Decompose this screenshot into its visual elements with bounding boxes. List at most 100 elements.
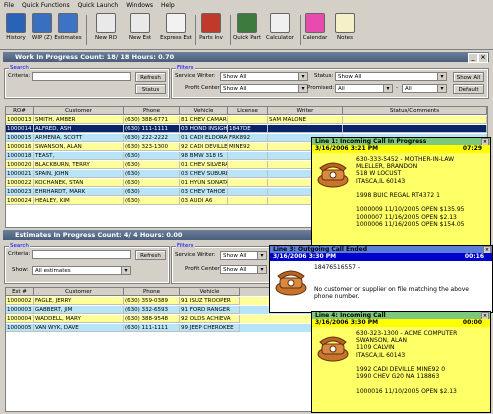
est-refresh-button[interactable]: Refresh [135,250,166,260]
toolbar-label: Quick Part [232,35,262,41]
wip-service-writer-select[interactable]: Show All [220,72,308,81]
column-header[interactable]: Phone [124,107,180,115]
table-cell: (630) [124,170,180,178]
express-est-icon [166,13,186,33]
menu-item[interactable]: Quick Functions [18,2,74,9]
column-header[interactable]: Customer [34,288,124,296]
parts-inv-icon [201,13,221,33]
popup-line: 630-333-5452 - MOTHER-IN-LAW [356,156,455,163]
table-cell: (630) 111-1111 [124,324,180,332]
wip-promised-from-select[interactable]: All [335,84,393,93]
column-header[interactable]: Status/Comments [343,107,487,115]
est-title: Estimates In Progress Count: 4/ 4 Hours:… [15,231,183,239]
column-header[interactable]: Customer [34,107,124,115]
call-popup[interactable]: Line 1: Incoming Call In Progress × 3/16/2… [311,137,491,247]
table-row[interactable]: 1000014 ALFRED, ASH (630) 111-1111 03 HOND … [6,125,487,133]
table-cell: 81 CHEV CAMARO [180,116,228,124]
wip-filters-group: Filters Service Writer: Show All Profit … [171,65,489,99]
wip-criteria-input[interactable] [32,72,131,81]
toolbar-button-new-ro[interactable]: New RO [94,13,118,47]
table-row[interactable]: 1000013 SMITH, AMBER (630) 388-6771 81 CHEV… [6,116,487,124]
table-cell [343,125,487,133]
toolbar-button-express-est[interactable]: Express Est [160,13,192,47]
toolbar-button-wip[interactable]: WIP (Z) [30,13,54,47]
table-cell: 91 ISUZ TROOPER [180,297,240,305]
wip-status-button[interactable]: Status [135,84,166,94]
table-cell: (630) 388-9548 [124,315,180,323]
wip-promised-to-select[interactable]: All [402,84,447,93]
default-button[interactable]: Default [453,84,484,94]
toolbar-button-new-est[interactable]: New Est [128,13,152,47]
est-service-writer-select[interactable]: Show All [220,251,267,260]
telephone-icon [316,332,350,362]
table-cell [228,152,268,160]
menu-item[interactable]: Windows [122,2,157,9]
wip-status-select[interactable]: Show All [335,72,447,81]
column-header[interactable]: Est # [6,288,34,296]
est-criteria-input[interactable] [32,250,131,259]
popup-timer: 00:16 [464,253,484,260]
wip-refresh-button[interactable]: Refresh [135,72,166,82]
table-cell: MINE92 [228,143,268,151]
table-cell: 92 CADI DEVILLE [180,143,228,151]
table-cell: 1000013 [6,116,34,124]
column-header[interactable]: Vehicle [180,107,228,115]
table-cell [228,161,268,169]
column-header[interactable]: Vehicle [180,288,240,296]
service-writer-label: Service Writer: [175,73,216,79]
popup-line: 1992 CADI DEVILLE MINE92 0 [356,366,446,373]
table-cell: KOCHANEK, STAN [34,179,124,187]
est-profit-center-select[interactable]: Show All [220,265,267,274]
call-popup[interactable]: Line 4: Incoming Call × 3/16/2006 3:30 PM 0… [311,311,491,413]
table-cell: (630) [124,188,180,196]
column-header[interactable]: Phone [124,288,180,296]
calendar-icon [305,13,325,33]
table-cell: 1000018 [6,152,34,160]
table-cell: VAN WYK, DAVE [34,324,124,332]
table-cell: (630) 388-6771 [124,116,180,124]
est-show-select[interactable]: All estimates [32,266,131,275]
table-cell: (630) [124,152,180,160]
toolbar-button-notes[interactable]: Notes [333,13,357,47]
history-icon [6,13,26,33]
column-header[interactable]: RO# [6,107,34,115]
table-cell: (630) 359-0389 [124,297,180,305]
table-cell: 03 HOND INSIGHT [180,125,228,133]
notes-icon [335,13,355,33]
toolbar-button-estimates[interactable]: Estimates [54,13,82,47]
table-cell: 1000003 [6,306,34,314]
profit-center-label: Profit Center: [185,266,222,272]
toolbar-button-parts-inv[interactable]: Parts Inv [199,13,223,47]
new-ro-icon [96,13,116,33]
status-label: Status: [314,73,334,79]
toolbar-separator [230,15,231,45]
table-cell: 91 FORD RANGER [180,306,240,314]
menu-item[interactable]: Help [157,2,179,9]
toolbar-button-history[interactable]: History [4,13,28,47]
toolbar-button-calendar[interactable]: Calendar [303,13,327,47]
table-cell: 03 AUDI A6 [180,197,228,205]
minimize-icon[interactable]: _ [468,53,478,63]
toolbar-button-calculator[interactable]: Calculator [266,13,294,47]
call-popup[interactable]: Line 3: Outgoing Call Ended × 3/16/2006 3:… [269,245,493,313]
toolbar-label: Notes [337,35,353,41]
popup-date: 3/16/2006 3:21 PM [315,145,379,152]
menu-item[interactable]: File [0,2,18,9]
popup-line: 1990 CHEV G20 NA 118863 [356,373,440,381]
table-cell: 1000005 [6,324,34,332]
close-icon[interactable]: × [478,53,488,63]
table-cell: FAGLE, JERRY [34,297,124,305]
table-cell: 92 OLDS ACHIEVA [180,315,240,323]
wip-search-group: Search Criteria: Refresh Status [4,65,170,99]
column-header[interactable]: Writer [268,107,343,115]
show-all-button[interactable]: Show All [453,72,484,82]
toolbar-label: Express Est [160,35,192,41]
table-cell: EHRHARDT, MARK [34,188,124,196]
toolbar-button-quick-part[interactable]: Quick Part [233,13,261,47]
wip-profit-center-select[interactable]: Show All [220,84,308,93]
column-header[interactable]: License [228,107,268,115]
toolbar-separator [300,15,301,45]
table-cell [228,188,268,196]
menu-item[interactable]: Quick Launch [74,2,123,9]
toolbar-label: New RO [95,35,117,41]
